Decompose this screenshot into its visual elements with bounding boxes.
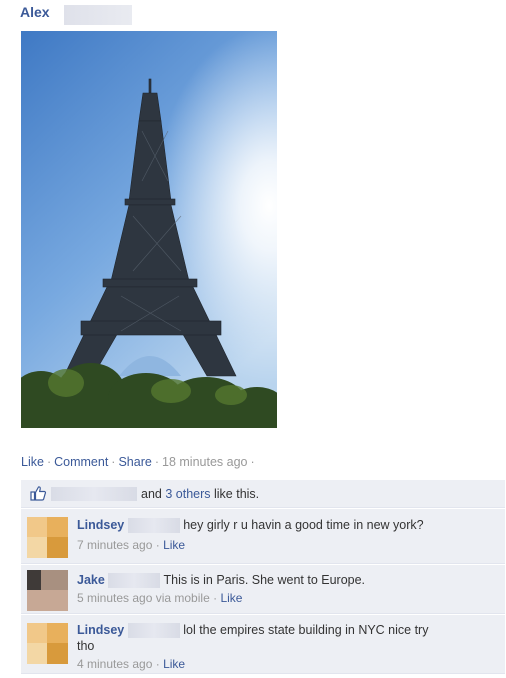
comment-text: lol the empires state building in NYC ni… bbox=[183, 623, 429, 637]
comment-body: Lindsey hey girly r u havin a good time … bbox=[77, 518, 424, 553]
comment-like-link[interactable]: Like bbox=[163, 657, 185, 671]
comment-body: Jake This is in Paris. She went to Europ… bbox=[77, 573, 366, 606]
comment-like-link[interactable]: Like bbox=[220, 591, 242, 605]
commenter-name[interactable]: Lindsey bbox=[77, 623, 124, 637]
commenter-name[interactable]: Jake bbox=[77, 573, 105, 587]
feedback-box: and 3 others like this. Lindsey hey girl… bbox=[21, 480, 505, 674]
share-link[interactable]: Share bbox=[118, 455, 151, 469]
redacted-lastname bbox=[127, 623, 180, 639]
commenter-name[interactable]: Lindsey bbox=[77, 518, 124, 532]
post-author-name[interactable]: Alex bbox=[20, 4, 50, 20]
post-photo[interactable] bbox=[21, 31, 277, 428]
comment-text-continued: tho bbox=[77, 639, 95, 654]
comment-item: Lindsey lol the empires state building i… bbox=[21, 614, 505, 674]
post-action-bar: Like · Comment · Share · 18 minutes ago · bbox=[21, 455, 258, 469]
comment-text: This is in Paris. She went to Europe. bbox=[163, 573, 366, 587]
comment-timestamp[interactable]: 5 minutes ago via mobile bbox=[77, 591, 210, 605]
post-timestamp[interactable]: 18 minutes ago bbox=[162, 455, 247, 469]
avatar[interactable] bbox=[27, 570, 68, 611]
comment-item: Lindsey hey girly r u havin a good time … bbox=[21, 508, 505, 564]
separator: · bbox=[250, 455, 255, 469]
eiffel-tower-image bbox=[21, 31, 277, 428]
avatar[interactable] bbox=[27, 623, 68, 664]
redacted-author-lastname bbox=[64, 5, 132, 25]
separator: · bbox=[111, 455, 116, 469]
comment-like-link[interactable]: Like bbox=[163, 538, 185, 552]
separator: · bbox=[46, 455, 52, 469]
likes-text: and 3 others like this. bbox=[141, 486, 260, 501]
comment-item: Jake This is in Paris. She went to Europ… bbox=[21, 564, 505, 614]
thumbs-up-icon bbox=[30, 486, 47, 501]
separator: · bbox=[154, 455, 159, 469]
redacted-lastname bbox=[127, 518, 180, 534]
redacted-liker-name bbox=[51, 486, 137, 501]
like-link[interactable]: Like bbox=[21, 455, 44, 469]
comment-body: Lindsey lol the empires state building i… bbox=[77, 622, 487, 672]
others-link[interactable]: 3 others bbox=[165, 487, 210, 501]
comment-text: hey girly r u havin a good time in new y… bbox=[183, 518, 424, 532]
likes-summary: and 3 others like this. bbox=[21, 480, 505, 508]
redacted-lastname bbox=[108, 573, 161, 589]
comment-link[interactable]: Comment bbox=[54, 455, 108, 469]
avatar[interactable] bbox=[27, 517, 68, 558]
comment-timestamp[interactable]: 7 minutes ago bbox=[77, 538, 152, 552]
comment-timestamp[interactable]: 4 minutes ago bbox=[77, 657, 152, 671]
